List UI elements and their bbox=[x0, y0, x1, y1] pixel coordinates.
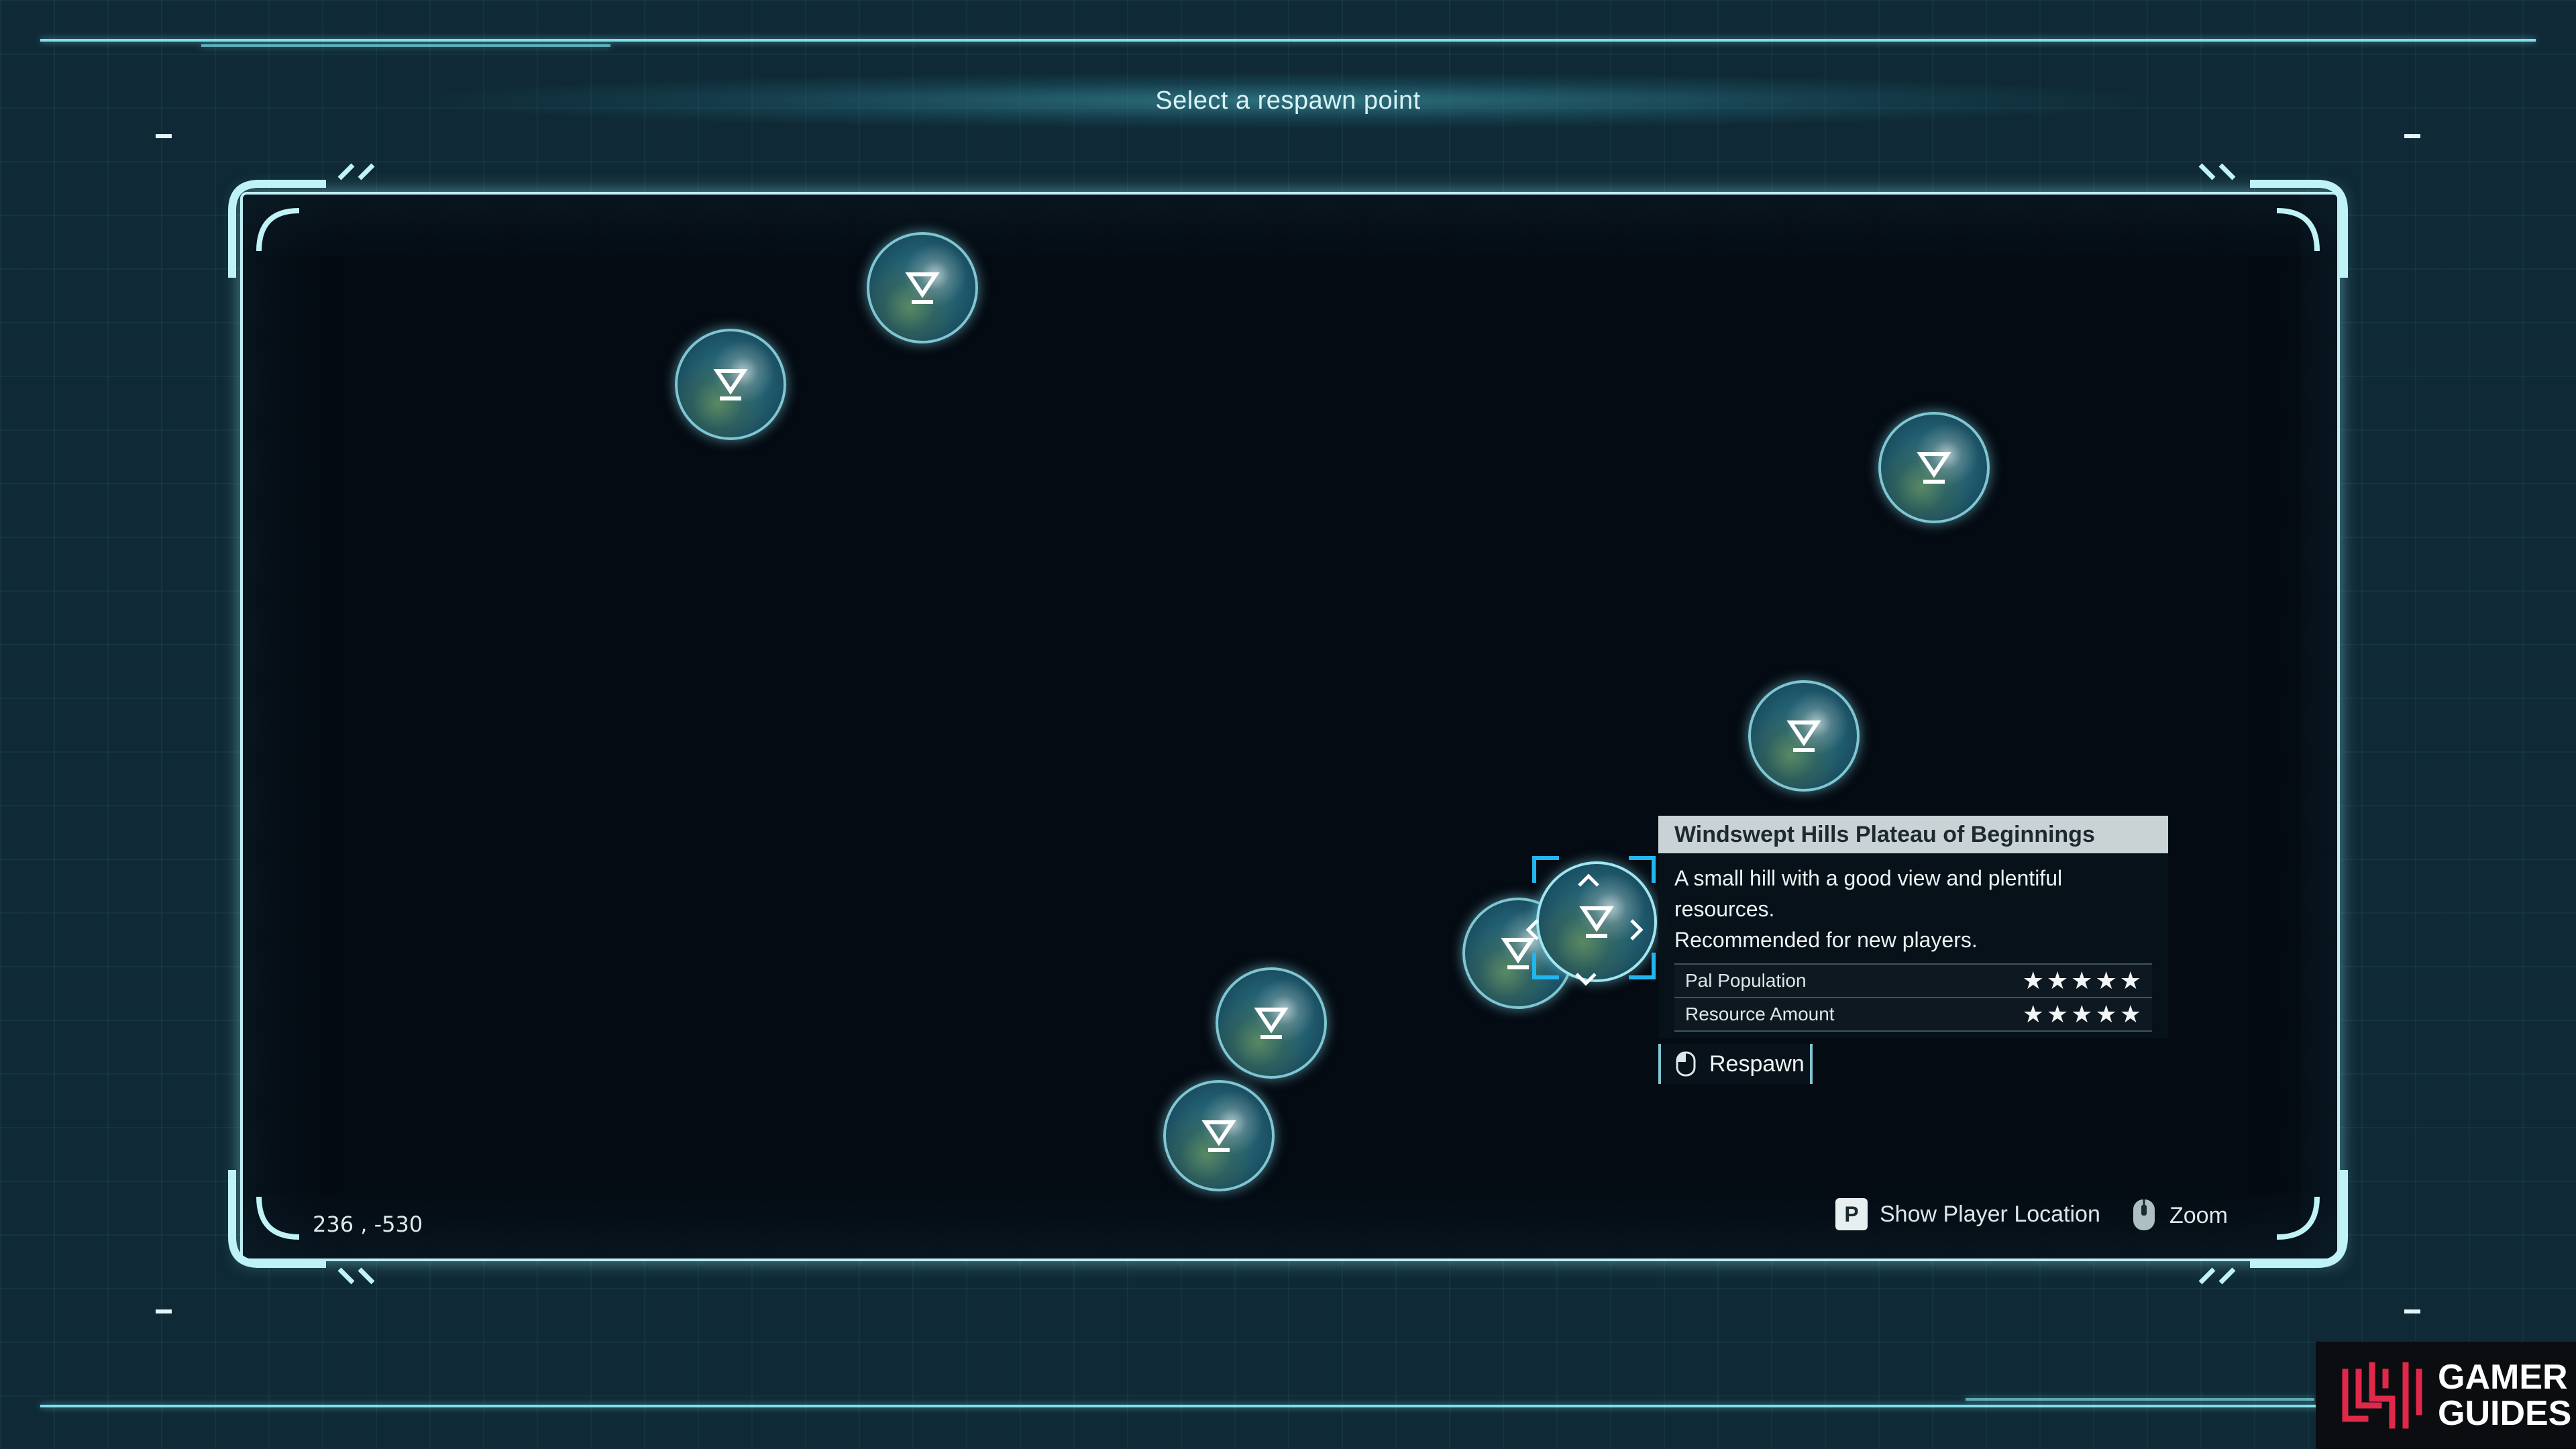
hud-dash bbox=[156, 134, 172, 138]
fast-travel-point[interactable] bbox=[1748, 680, 1860, 792]
mouse-scroll-icon bbox=[2133, 1199, 2155, 1230]
selection-bracket bbox=[1532, 856, 1559, 883]
hud-top-line bbox=[40, 39, 2536, 42]
hud-dash bbox=[2404, 1309, 2420, 1313]
show-player-location-hint[interactable]: P Show Player Location bbox=[1835, 1198, 2100, 1230]
description-line: resources. bbox=[1674, 897, 1775, 921]
frame-slash bbox=[337, 163, 375, 180]
frame-slash bbox=[2198, 1267, 2236, 1285]
hud-dash bbox=[2404, 134, 2420, 138]
chevron-up-icon bbox=[1578, 873, 1599, 887]
zoom-hint[interactable]: Zoom bbox=[2131, 1198, 2228, 1233]
location-title: Windswept Hills Plateau of Beginnings bbox=[1658, 816, 2168, 853]
respawn-button-label: Respawn bbox=[1709, 1051, 1805, 1077]
fast-travel-point[interactable] bbox=[1878, 412, 1990, 523]
frame-corner-bottom-right bbox=[2250, 1170, 2348, 1268]
fast-travel-point[interactable] bbox=[1216, 967, 1327, 1079]
chevron-left-icon bbox=[1525, 919, 1539, 941]
page-title: Select a respawn point bbox=[1155, 86, 1421, 115]
frame-slash bbox=[337, 1267, 375, 1285]
description-line: A small hill with a good view and plenti… bbox=[1674, 866, 2063, 890]
location-stats: Pal Population ★★★★★ Resource Amount ★★★… bbox=[1674, 963, 2152, 1032]
description-line: Recommended for new players. bbox=[1674, 928, 1978, 952]
location-info-panel: Windswept Hills Plateau of Beginnings A … bbox=[1658, 816, 2168, 1038]
stat-row-resource-amount: Resource Amount ★★★★★ bbox=[1674, 998, 2152, 1032]
fast-travel-icon bbox=[1786, 720, 1821, 752]
stat-label: Resource Amount bbox=[1685, 1004, 1835, 1024]
fast-travel-point[interactable] bbox=[675, 329, 786, 440]
location-details: A small hill with a good view and plenti… bbox=[1658, 853, 2168, 1038]
gamer-guides-watermark: GAMER GUIDES bbox=[2316, 1342, 2576, 1449]
fast-travel-point[interactable] bbox=[867, 232, 978, 343]
selection-bracket bbox=[1532, 953, 1559, 979]
fast-travel-icon bbox=[713, 369, 748, 400]
chevron-right-icon bbox=[1630, 919, 1644, 941]
stat-label: Pal Population bbox=[1685, 970, 1807, 991]
selection-bracket bbox=[1629, 856, 1656, 883]
fast-travel-point[interactable] bbox=[1163, 1080, 1275, 1191]
fast-travel-icon bbox=[1579, 906, 1614, 938]
respawn-button[interactable]: Respawn bbox=[1658, 1044, 1813, 1084]
star-rating: ★★★★★ bbox=[2022, 967, 2144, 995]
keycap-p: P bbox=[1835, 1198, 1868, 1230]
location-description: A small hill with a good view and plenti… bbox=[1674, 863, 2152, 955]
hud-top-accent bbox=[201, 44, 610, 47]
hud-bottom-line bbox=[40, 1405, 2536, 1407]
fast-travel-icon bbox=[905, 272, 940, 304]
star-rating: ★★★★★ bbox=[2022, 1000, 2144, 1028]
fast-travel-icon bbox=[1201, 1120, 1236, 1152]
frame-slash bbox=[2198, 163, 2236, 180]
watermark-line: GUIDES bbox=[2438, 1394, 2572, 1433]
gamer-guides-logo-icon bbox=[2342, 1362, 2422, 1429]
stat-row-pal-population: Pal Population ★★★★★ bbox=[1674, 965, 2152, 998]
fast-travel-icon bbox=[1254, 1008, 1289, 1039]
hud-dash bbox=[156, 1309, 172, 1313]
hint-label: Show Player Location bbox=[1880, 1201, 2100, 1227]
mouse-left-click-icon bbox=[1676, 1051, 1696, 1077]
chevron-down-icon bbox=[1575, 973, 1597, 986]
frame-corner-top-right bbox=[2250, 180, 2348, 278]
world-map[interactable] bbox=[240, 192, 2340, 1261]
title-banner: Select a respawn point bbox=[429, 72, 2147, 129]
selection-bracket bbox=[1629, 953, 1656, 979]
watermark-line: GAMER bbox=[2438, 1358, 2568, 1397]
frame-corner-top-left bbox=[228, 180, 326, 278]
cursor-coordinates: 236 , -530 bbox=[313, 1212, 423, 1237]
hint-label: Zoom bbox=[2169, 1202, 2228, 1228]
hud-bottom-accent bbox=[1966, 1398, 2314, 1401]
fast-travel-icon bbox=[1917, 452, 1951, 484]
